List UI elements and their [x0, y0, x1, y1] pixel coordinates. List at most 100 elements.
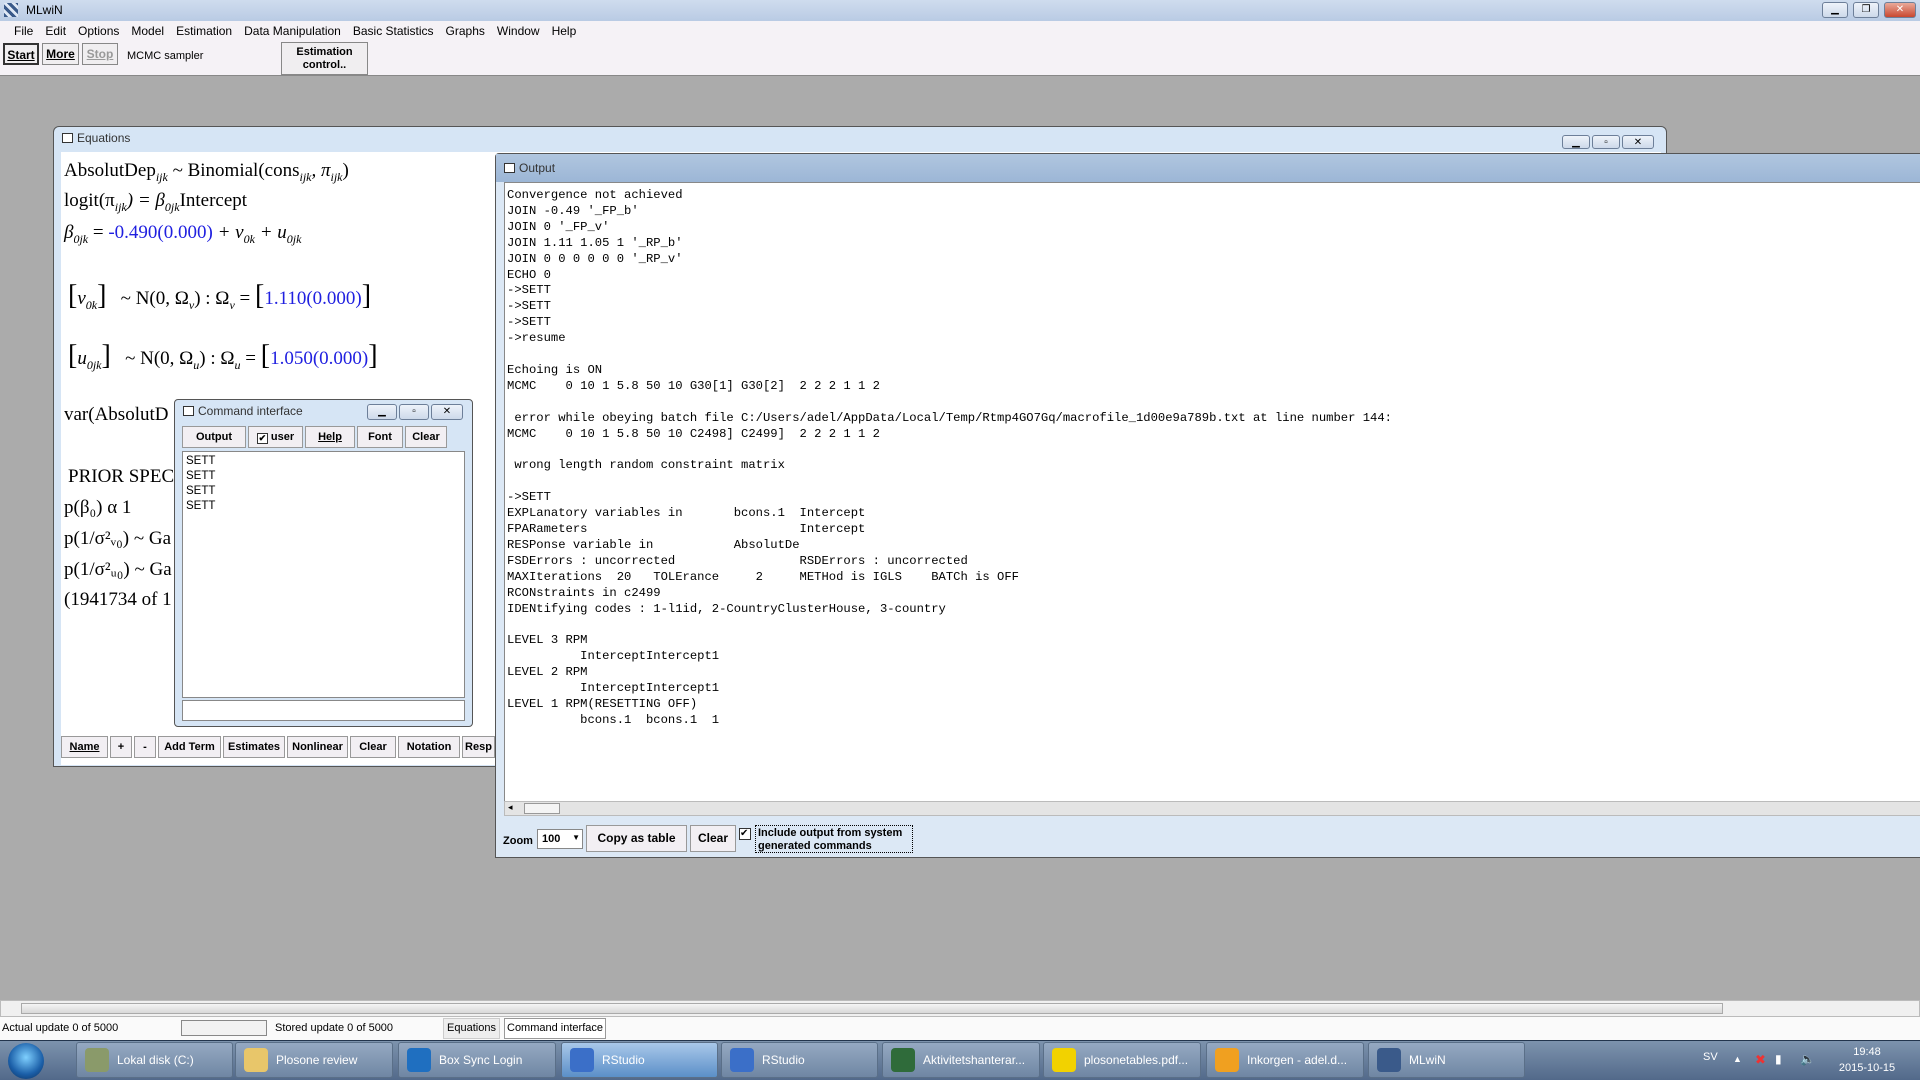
- toolbar: Start More Stop MCMC sampler Estimation …: [0, 41, 1920, 76]
- level3-variance-estimate[interactable]: 1.110(0.000): [264, 288, 361, 309]
- window-tab-equations[interactable]: Equations: [443, 1018, 500, 1039]
- scroll-left-arrow-icon[interactable]: ◂: [508, 802, 513, 813]
- taskbar-item-label: MLwiN: [1409, 1053, 1446, 1067]
- rstudio-icon: [570, 1048, 594, 1072]
- menu-basic-statistics[interactable]: Basic Statistics: [347, 21, 440, 41]
- taskbar-item-label: RStudio: [602, 1053, 645, 1067]
- menu-bar: File Edit Options Model Estimation Data …: [0, 21, 1920, 41]
- responses-button[interactable]: Resp: [462, 736, 495, 758]
- equations-close-button[interactable]: ✕: [1622, 135, 1654, 149]
- menu-graphs[interactable]: Graphs: [440, 21, 491, 41]
- menu-window[interactable]: Window: [491, 21, 546, 41]
- history-item[interactable]: SETT: [186, 454, 461, 469]
- output-text-area[interactable]: Convergence not achieved JOIN -0.49 '_FP…: [504, 182, 1920, 802]
- taskbar-item[interactable]: Plosone review: [235, 1042, 393, 1078]
- history-item[interactable]: SETT: [186, 469, 461, 484]
- clear-command-button[interactable]: Clear: [405, 426, 447, 448]
- taskbar-item[interactable]: Lokal disk (C:): [76, 1042, 233, 1078]
- cmd-close-button[interactable]: ✕: [431, 404, 463, 420]
- output-button[interactable]: Output: [182, 426, 246, 448]
- menu-data-manipulation[interactable]: Data Manipulation: [238, 21, 347, 41]
- menu-estimation[interactable]: Estimation: [170, 21, 238, 41]
- include-system-output-checkbox[interactable]: ✔: [739, 828, 751, 840]
- prior-sigma-v: p(1/σ²ᵥ₀) ~ Ga: [64, 528, 172, 549]
- window-icon: [183, 406, 194, 416]
- add-term-button[interactable]: Add Term: [158, 736, 221, 758]
- command-history-list[interactable]: SETT SETT SETT SETT: [182, 451, 465, 698]
- menu-help[interactable]: Help: [546, 21, 583, 41]
- taskbar-item[interactable]: Box Sync Login: [398, 1042, 556, 1078]
- drive-icon: [85, 1048, 109, 1072]
- workspace-scrollbar-thumb[interactable]: [21, 1003, 1723, 1014]
- nonlinear-button[interactable]: Nonlinear: [287, 736, 348, 758]
- actual-update-status: Actual update 0 of 5000: [2, 1022, 119, 1034]
- copy-as-table-button[interactable]: Copy as table: [586, 825, 687, 852]
- include-label-line-2: generated commands: [758, 840, 872, 852]
- window-tab-command-interface[interactable]: Command interface: [504, 1018, 606, 1039]
- more-button[interactable]: More: [42, 43, 79, 65]
- help-button[interactable]: Help: [305, 426, 355, 448]
- volume-icon[interactable]: 🔈: [1800, 1052, 1815, 1066]
- close-button[interactable]: ✕: [1884, 2, 1916, 18]
- taskbar-item[interactable]: RStudio: [721, 1042, 878, 1078]
- minimize-button[interactable]: ▁: [1822, 2, 1848, 18]
- user-checkbox[interactable]: ✔: [256, 433, 268, 444]
- estimation-control-button[interactable]: Estimation control..: [281, 42, 368, 75]
- equations-maximize-button[interactable]: ▫: [1592, 135, 1620, 149]
- units-count: (1941734 of 1: [64, 589, 172, 610]
- name-button[interactable]: Name: [61, 736, 108, 758]
- taskbar-item-label: Inkorgen - adel.d...: [1247, 1053, 1348, 1067]
- history-item[interactable]: SETT: [186, 499, 461, 514]
- menu-edit[interactable]: Edit: [39, 21, 72, 41]
- fixed-estimate[interactable]: -0.490(0.000): [108, 222, 212, 243]
- network-error-icon[interactable]: ✖: [1755, 1052, 1766, 1068]
- show-hidden-icons-icon[interactable]: ▲: [1733, 1054, 1742, 1064]
- menu-file[interactable]: File: [8, 21, 39, 41]
- equations-minimize-button[interactable]: ▁: [1562, 135, 1590, 149]
- zoom-select[interactable]: 100 ▼: [537, 829, 583, 849]
- task-manager-icon: [891, 1048, 915, 1072]
- history-item[interactable]: SETT: [186, 484, 461, 499]
- clock-date: 2015-10-15: [1838, 1062, 1896, 1074]
- plus-button[interactable]: +: [110, 736, 132, 758]
- taskbar-item-label: Box Sync Login: [439, 1053, 523, 1067]
- clear-equations-button[interactable]: Clear: [350, 736, 396, 758]
- clear-output-button[interactable]: Clear: [690, 825, 736, 852]
- equation-line-beta: β0jk = -0.490(0.000) + v0k + u0jk: [64, 222, 302, 246]
- level2-variance-estimate[interactable]: 1.050(0.000): [270, 348, 368, 369]
- mlwin-icon: [1377, 1048, 1401, 1072]
- user-toggle[interactable]: ✔ user: [248, 426, 303, 448]
- output-horizontal-scrollbar[interactable]: ◂: [504, 801, 1920, 816]
- taskbar-item[interactable]: plosonetables.pdf...: [1043, 1042, 1201, 1078]
- output-title-bar: [496, 154, 1920, 182]
- restore-button[interactable]: ❐: [1853, 2, 1879, 18]
- chevron-down-icon[interactable]: ▼: [572, 833, 580, 842]
- workspace-horizontal-scrollbar[interactable]: [0, 1000, 1920, 1017]
- user-label: user: [270, 431, 295, 443]
- include-system-output-label[interactable]: Include output from system generated comm…: [755, 825, 913, 853]
- clock[interactable]: 19:48 2015-10-15: [1830, 1044, 1904, 1076]
- command-input[interactable]: [182, 700, 465, 721]
- font-button[interactable]: Font: [357, 426, 403, 448]
- status-bar: Actual update 0 of 5000 Stored update 0 …: [0, 1017, 1920, 1041]
- cmd-minimize-button[interactable]: ▁: [367, 404, 397, 420]
- cmd-maximize-button[interactable]: ▫: [399, 404, 429, 420]
- start-button[interactable]: Start: [3, 43, 39, 65]
- equation-line-var: var(AbsolutD: [64, 404, 169, 425]
- taskbar-item[interactable]: Aktivitetshanterar...: [882, 1042, 1040, 1078]
- estimates-button[interactable]: Estimates: [223, 736, 285, 758]
- scrollbar-thumb[interactable]: [524, 803, 560, 814]
- taskbar-item[interactable]: RStudio: [561, 1042, 718, 1078]
- taskbar-item[interactable]: MLwiN: [1368, 1042, 1525, 1078]
- equations-title: Equations: [62, 131, 130, 145]
- power-icon[interactable]: ▮: [1775, 1052, 1782, 1066]
- equations-title-text: Equations: [77, 131, 131, 145]
- windows-start-button[interactable]: [8, 1043, 44, 1079]
- minus-button[interactable]: -: [134, 736, 156, 758]
- notation-button[interactable]: Notation: [398, 736, 460, 758]
- taskbar-item[interactable]: Inkorgen - adel.d...: [1206, 1042, 1364, 1078]
- stop-button[interactable]: Stop: [82, 43, 118, 65]
- menu-model[interactable]: Model: [125, 21, 170, 41]
- language-indicator[interactable]: SV: [1703, 1051, 1718, 1063]
- menu-options[interactable]: Options: [72, 21, 125, 41]
